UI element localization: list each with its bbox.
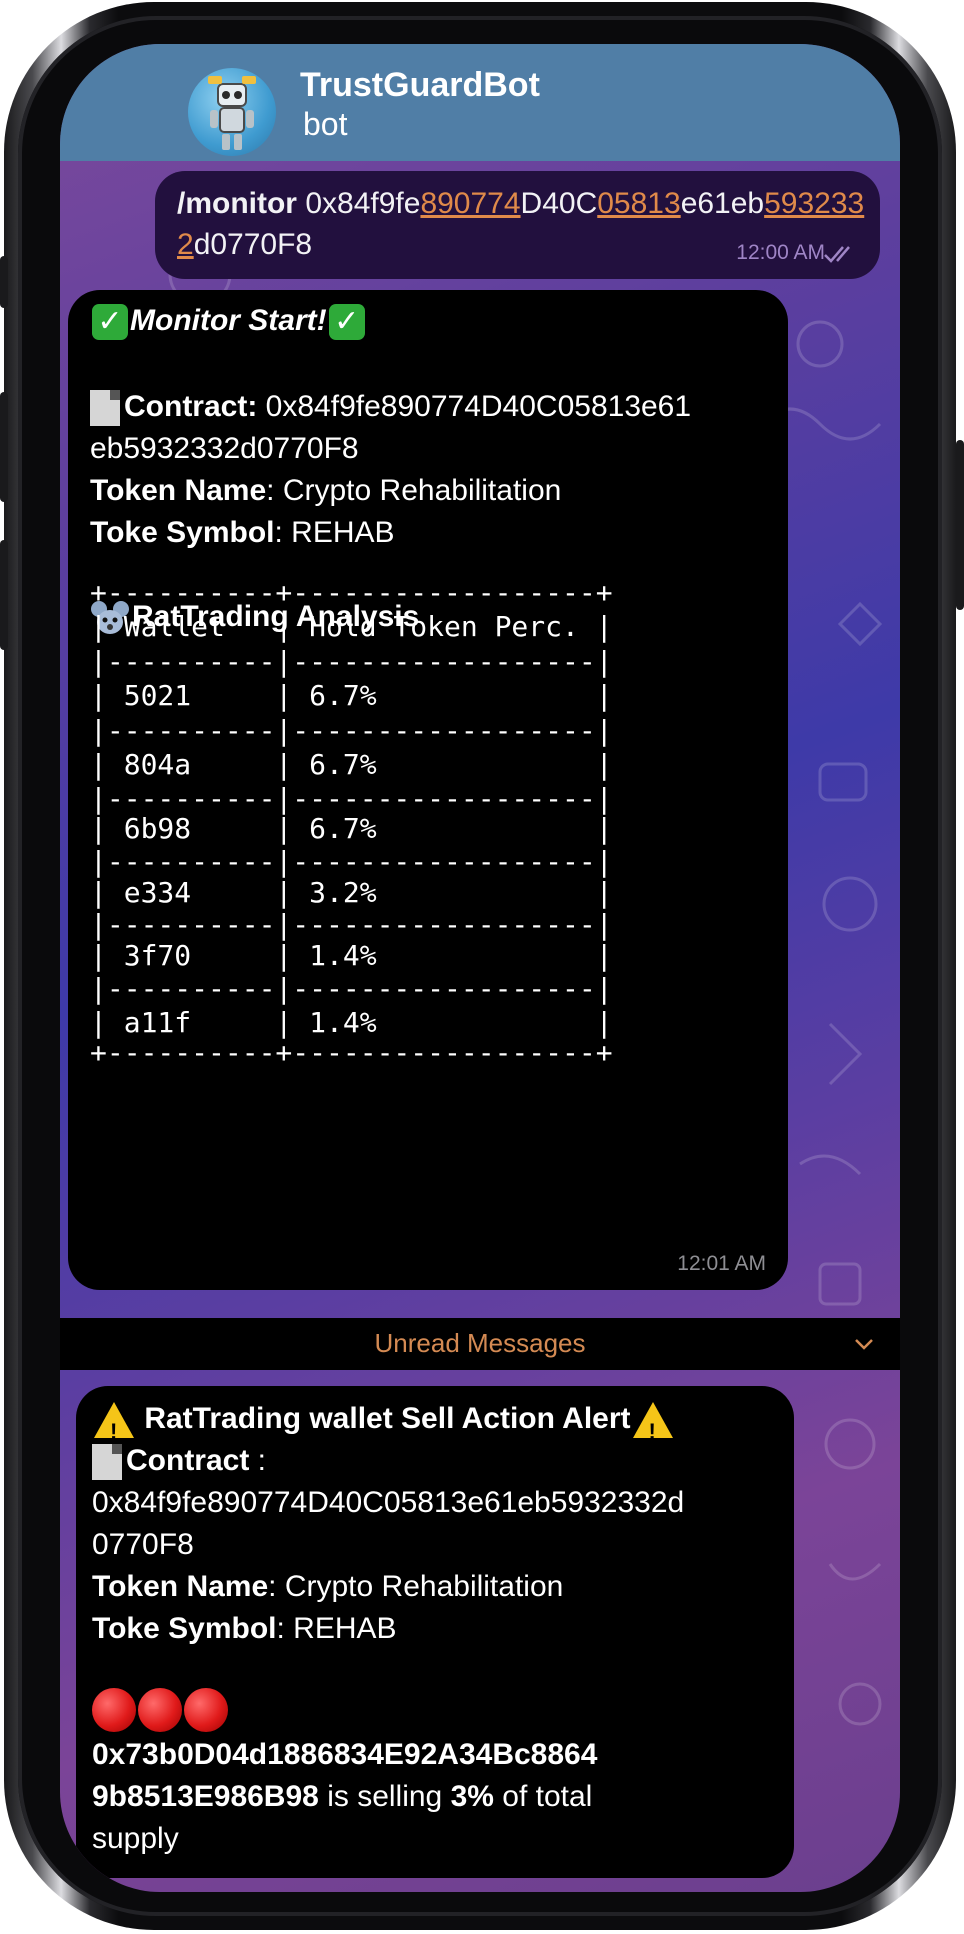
table-row: | 804a | 6.7% | xyxy=(90,748,613,781)
side-button-volume-up xyxy=(0,392,8,502)
contract-line-2: eb5932332d0770F8 xyxy=(90,432,359,465)
monitor-start-message[interactable]: ✓ Monitor Start! ✓ Contract: 0x84f9fe89077… xyxy=(68,290,788,1290)
read-checkmarks-icon xyxy=(824,246,850,263)
table-row: | 5021 | 6.7% | xyxy=(90,679,613,712)
contract-line: 0x84f9fe890774D40C05813e61eb5932332d xyxy=(92,1486,685,1519)
check-mark-icon: ✓ xyxy=(328,304,365,341)
table-divider: |----------|------------------| xyxy=(90,908,613,941)
side-button-silent xyxy=(0,256,8,308)
document-icon xyxy=(92,1444,122,1481)
unread-messages-divider: Unread Messages xyxy=(60,1318,900,1370)
chat-header[interactable]: TrustGuardBot bot xyxy=(60,44,900,161)
table-divider: |----------|------------------| xyxy=(90,845,613,878)
table-row: | e334 | 3.2% | xyxy=(90,876,613,909)
address-text-segment: e61eb xyxy=(680,187,765,220)
table-row: | 3f70 | 1.4% | xyxy=(90,939,613,972)
contract-line: Contract: 0x84f9fe890774D40C05813e61 xyxy=(90,386,691,428)
warning-icon: ! xyxy=(632,1402,673,1444)
red-dots-row xyxy=(92,1688,230,1733)
table-header-row: | Wallet | Hold Token Perc. | xyxy=(90,610,613,643)
sell-alert-message[interactable]: ! RatTrading wallet Sell Action Alert! C… xyxy=(76,1386,794,1878)
token-name-line: Token Name: Crypto Rehabilitation xyxy=(90,474,562,507)
table-row: | a11f | 1.4% | xyxy=(90,1006,613,1039)
message-time: 12:01 AM xyxy=(677,1252,766,1275)
red-circle-icon xyxy=(92,1688,136,1733)
table-bottom-border: +----------+------------------+ xyxy=(90,1036,613,1069)
command-text[interactable]: /monitor xyxy=(177,187,297,220)
table-divider: |----------|------------------| xyxy=(90,714,613,747)
red-circle-icon xyxy=(184,1688,228,1733)
table-top-border: +----------+------------------+ xyxy=(90,576,613,609)
chat-subtitle: bot xyxy=(303,106,348,142)
message-time: 12:00 AM xyxy=(736,241,825,264)
selling-line: 9b8513E986B98 is selling 3% of total xyxy=(92,1780,593,1813)
side-button-power xyxy=(956,440,964,610)
side-button-volume-down xyxy=(0,540,8,650)
token-symbol-line: Toke Symbol: REHAB xyxy=(90,516,395,549)
contract-label-line: Contract : xyxy=(92,1440,266,1482)
table-row: | 6b98 | 6.7% | xyxy=(90,812,613,845)
contract-line-2: 0770F8 xyxy=(92,1528,194,1561)
document-icon xyxy=(90,390,120,427)
chevron-down-icon[interactable] xyxy=(852,1332,876,1356)
address-text-segment: D40C xyxy=(520,187,598,220)
address-link-segment[interactable]: 05813 xyxy=(597,187,680,220)
chat-screen: TrustGuardBot bot /monitor 0x84f9fe89077… xyxy=(60,44,900,1892)
address-text-segment: d0770F8 xyxy=(193,228,313,261)
token-symbol-line: Toke Symbol: REHAB xyxy=(92,1612,397,1645)
supply-line: supply xyxy=(92,1822,179,1855)
address-text-segment: 0x84f9fe xyxy=(297,187,421,220)
unread-messages-label: Unread Messages xyxy=(374,1328,586,1358)
robot-avatar-icon[interactable] xyxy=(188,68,276,156)
red-circle-icon xyxy=(138,1688,182,1733)
address-link-segment[interactable]: 890774 xyxy=(420,187,520,220)
table-divider: |----------|------------------| xyxy=(90,782,613,815)
warning-icon: ! xyxy=(94,1402,134,1444)
chat-title[interactable]: TrustGuardBot xyxy=(300,66,540,105)
alert-title: ! RatTrading wallet Sell Action Alert! xyxy=(92,1398,675,1444)
token-name-line: Token Name: Crypto Rehabilitation xyxy=(92,1570,564,1603)
check-mark-icon: ✓ xyxy=(92,304,128,341)
wallet-address-line: 0x73b0D04d1886834E92A34Bc8864 xyxy=(92,1738,598,1771)
table-divider: |----------|------------------| xyxy=(90,972,613,1005)
table-divider: |----------|------------------| xyxy=(90,645,613,678)
monitor-title: ✓ Monitor Start! ✓ xyxy=(90,300,367,342)
outgoing-message[interactable]: /monitor 0x84f9fe890774D40C05813e61eb593… xyxy=(155,171,880,279)
